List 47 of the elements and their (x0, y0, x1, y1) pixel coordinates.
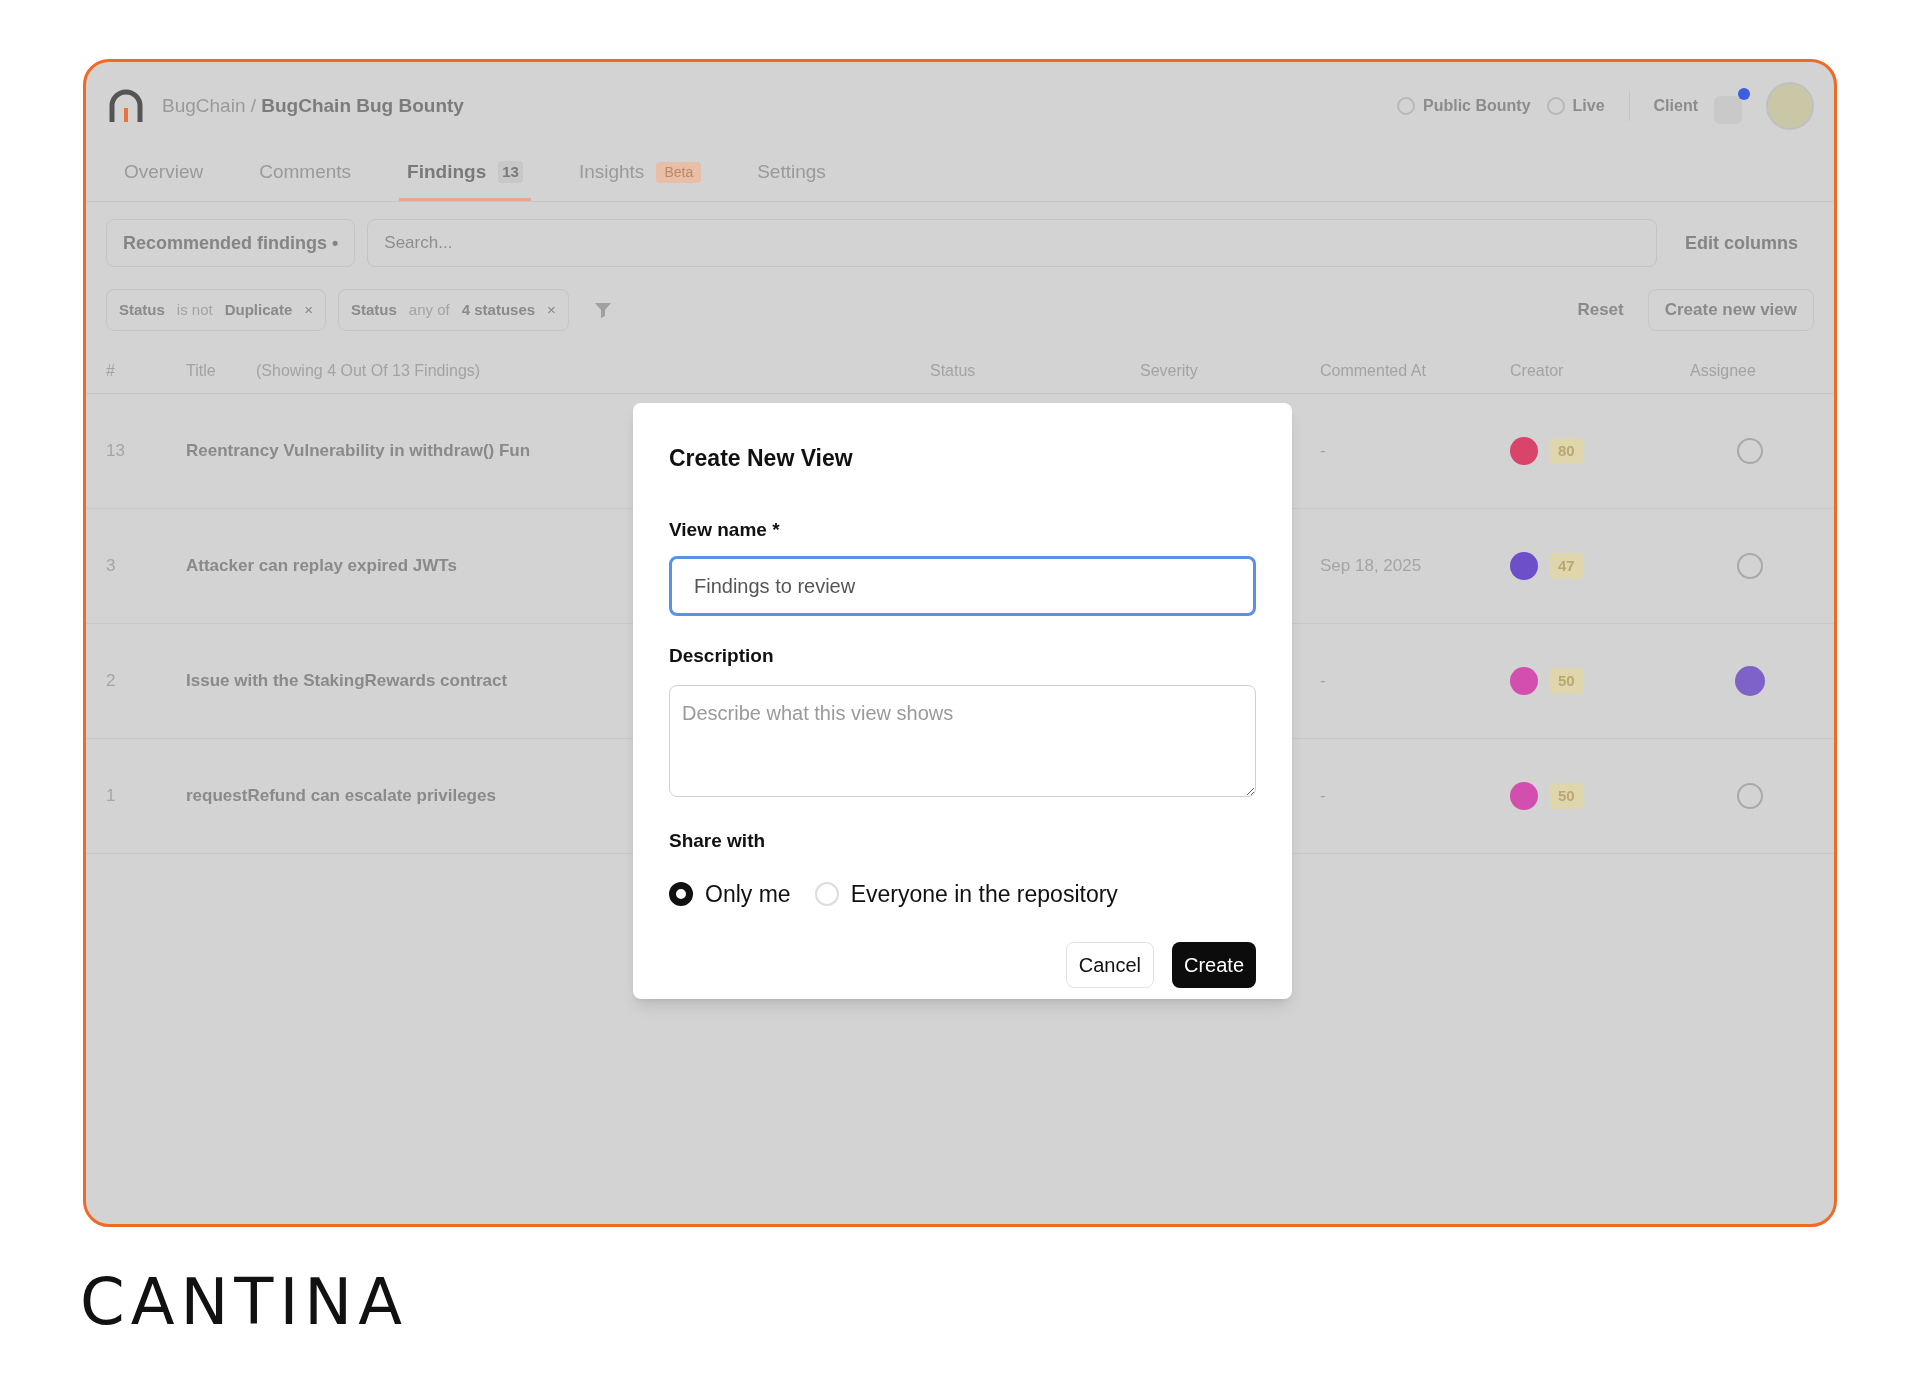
radio-option[interactable]: Everyone in the repository (814, 877, 1118, 912)
brand-logo: CANTINA (80, 1270, 408, 1334)
score-badge: 50 (1550, 782, 1583, 810)
filter-value: 4 statuses (461, 299, 536, 320)
field-label: Description (669, 644, 775, 668)
tab[interactable]: Comments (251, 150, 360, 201)
avatar[interactable] (1766, 82, 1814, 130)
tab[interactable]: Findings 13 (399, 150, 531, 201)
tab[interactable]: Overview (116, 150, 212, 201)
create-view-button[interactable]: Create new view (1647, 289, 1814, 331)
commented-date: - (1320, 670, 1327, 693)
filter-field: Status (351, 298, 397, 322)
count-badge: 13 (498, 160, 523, 184)
search-field[interactable]: Search... (367, 219, 1657, 267)
commented-date: - (1320, 785, 1327, 808)
status-icon (1396, 97, 1415, 115)
edit-columns-button[interactable]: Edit columns (1669, 219, 1814, 267)
breadcrumb: BugChain / BugChain Bug Bounty (162, 93, 464, 118)
remove-icon[interactable]: × (547, 298, 556, 322)
score-badge: 47 (1550, 552, 1583, 580)
tab[interactable]: Settings (749, 150, 834, 201)
field-label: View name * (669, 517, 781, 542)
status-label: Public Bounty (1422, 96, 1531, 116)
commented-date: - (1320, 440, 1327, 463)
reset-button[interactable]: Reset (1565, 297, 1636, 323)
score-badge: 80 (1550, 437, 1583, 465)
status-label: Live (1572, 96, 1605, 116)
filter-icon[interactable] (592, 300, 613, 320)
view-dropdown[interactable]: Recommended findings • (106, 219, 356, 267)
view-name-field[interactable]: Findings to review (669, 556, 1256, 616)
remove-icon[interactable]: × (304, 298, 313, 322)
filter-value: Duplicate (224, 299, 293, 320)
radio-option[interactable]: Only me (669, 877, 791, 912)
beta-badge: Beta (656, 161, 702, 183)
field-label: Share with (669, 828, 767, 853)
tab[interactable]: Insights Beta (570, 150, 710, 201)
dialog-title: Create New View (669, 444, 854, 473)
score-badge: 50 (1550, 667, 1583, 695)
cancel-button[interactable]: Cancel (1065, 941, 1154, 988)
create-button[interactable]: Create (1171, 941, 1256, 988)
role-label: Client (1653, 96, 1698, 116)
status-icon (1546, 97, 1565, 115)
description-field[interactable]: Describe what this view shows (669, 684, 1256, 797)
radio-icon[interactable] (669, 882, 693, 907)
notification-button[interactable] (1714, 96, 1742, 124)
column-header: # (106, 360, 116, 381)
filter-field: Status (119, 298, 165, 322)
